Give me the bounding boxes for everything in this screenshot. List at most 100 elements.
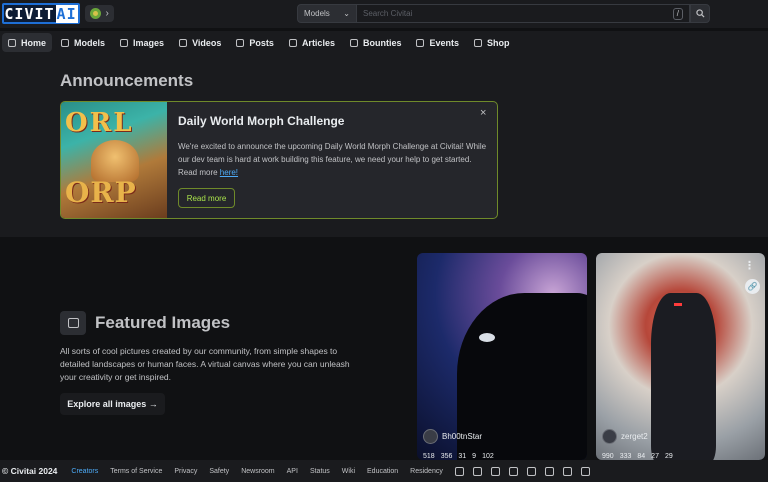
avatar xyxy=(602,429,617,444)
twitch-icon[interactable] xyxy=(580,466,590,476)
x-icon[interactable] xyxy=(472,466,482,476)
avatar xyxy=(423,429,438,444)
footer-link-residency[interactable]: Residency xyxy=(410,468,443,475)
nav-label: Shop xyxy=(487,37,510,48)
nav-videos[interactable]: Videos xyxy=(173,33,227,52)
explore-all-images-button[interactable]: Explore all images → xyxy=(60,393,165,415)
reaction-like[interactable]: 518 xyxy=(423,453,435,460)
nav-label: Images xyxy=(133,37,165,48)
article-icon xyxy=(288,38,297,47)
nav-bounties[interactable]: Bounties xyxy=(344,33,408,52)
video-icon xyxy=(179,38,188,47)
nav-articles[interactable]: Articles xyxy=(283,33,341,52)
link-icon[interactable]: 🔗 xyxy=(745,279,760,294)
footer-link-newsroom[interactable]: Newsroom xyxy=(241,468,274,475)
footer-link-wiki[interactable]: Wiki xyxy=(342,468,355,475)
author-name: Bh00tnStar xyxy=(442,432,483,441)
chevron-down-icon: ⌄ xyxy=(343,9,350,18)
image-reactions: 518 356 31 9 102 xyxy=(423,453,500,460)
top-header: CIVIT AI › Models ⌄ Search Civitai / xyxy=(0,0,768,28)
nav-label: Models xyxy=(74,37,106,48)
reaction-heart[interactable]: 356 xyxy=(441,453,453,460)
main-nav: Home Models Images Videos Posts Articles… xyxy=(0,31,768,54)
nav-label: Posts xyxy=(249,37,274,48)
copyright: © Civitai 2024 xyxy=(2,466,58,476)
youtube-icon[interactable] xyxy=(508,466,518,476)
search-icon xyxy=(695,9,705,18)
nav-label: Bounties xyxy=(362,37,402,48)
photo-icon xyxy=(120,38,129,47)
more-options-icon[interactable]: ⋮ xyxy=(744,259,755,272)
logo-ai: AI xyxy=(55,4,78,23)
footer-link-status[interactable]: Status xyxy=(310,468,330,475)
nav-home[interactable]: Home xyxy=(2,33,53,52)
footer-link-safety[interactable]: Safety xyxy=(209,468,229,475)
featured-image-card[interactable]: Bh00tnStar 518 356 31 9 102 xyxy=(417,253,587,460)
home-icon xyxy=(8,38,16,47)
nav-events[interactable]: Events xyxy=(410,33,465,52)
search-category-select[interactable]: Models ⌄ xyxy=(297,4,357,23)
bug-icon xyxy=(90,8,102,19)
announcement-read-link[interactable]: here! xyxy=(220,168,238,177)
footer-link-api[interactable]: API xyxy=(287,468,298,475)
featured-images-title: Featured Images xyxy=(95,313,231,332)
footer-link-terms[interactable]: Terms of Service xyxy=(110,468,162,475)
image-author[interactable]: zerget2 xyxy=(602,429,648,444)
close-icon[interactable]: × xyxy=(480,107,486,119)
tiktok-icon[interactable] xyxy=(526,466,536,476)
announcement-image: ORL ORP xyxy=(61,102,167,218)
reddit-icon[interactable] xyxy=(544,466,554,476)
announcement-card: ORL ORP Daily World Morph Challenge We'r… xyxy=(60,101,498,219)
discord-icon[interactable] xyxy=(454,466,464,476)
author-name: zerget2 xyxy=(621,432,648,441)
announcements-section: Announcements ORL ORP Daily World Morph … xyxy=(0,54,768,237)
footer-link-privacy[interactable]: Privacy xyxy=(174,468,197,475)
reaction-buzz[interactable]: 29 xyxy=(665,453,673,460)
image-author[interactable]: Bh00tnStar xyxy=(423,429,482,444)
instagram-icon[interactable] xyxy=(490,466,500,476)
read-more-button[interactable]: Read more xyxy=(178,188,235,208)
announcement-image-text-bottom: ORP xyxy=(65,176,137,209)
github-icon[interactable] xyxy=(562,466,572,476)
search-bar: Models ⌄ Search Civitai / xyxy=(297,4,710,23)
beta-badge-button[interactable]: › xyxy=(85,5,114,22)
nav-label: Articles xyxy=(301,37,335,48)
footer-link-education[interactable]: Education xyxy=(367,468,398,475)
samurai-eye xyxy=(674,303,682,306)
footer-link-creators[interactable]: Creators xyxy=(71,468,98,475)
grid-icon xyxy=(61,38,70,47)
search-placeholder: Search Civitai xyxy=(363,9,413,18)
reaction-buzz[interactable]: 102 xyxy=(482,453,494,460)
moneybag-icon xyxy=(349,38,358,47)
search-button[interactable] xyxy=(690,4,710,23)
announcement-body: We're excited to announce the upcoming D… xyxy=(178,140,488,179)
cat-eye xyxy=(479,333,495,342)
nav-label: Videos xyxy=(192,37,222,48)
reaction-heart[interactable]: 333 xyxy=(620,453,632,460)
nav-models[interactable]: Models xyxy=(55,33,111,52)
civitai-logo[interactable]: CIVIT AI xyxy=(2,3,80,24)
reaction-cry[interactable]: 9 xyxy=(472,453,476,460)
reaction-laugh[interactable]: 31 xyxy=(458,453,466,460)
nav-posts[interactable]: Posts xyxy=(230,33,280,52)
shopping-bag-icon xyxy=(474,38,482,47)
featured-images-description: All sorts of cool pictures created by ou… xyxy=(60,346,350,382)
logo-text: CIVIT xyxy=(4,4,55,23)
social-links xyxy=(454,466,599,476)
reaction-laugh[interactable]: 84 xyxy=(637,453,645,460)
nav-images[interactable]: Images xyxy=(114,33,170,52)
reaction-cry[interactable]: 27 xyxy=(651,453,659,460)
photo-icon xyxy=(67,318,79,328)
search-shortcut-key: / xyxy=(672,7,683,20)
posts-icon xyxy=(236,38,245,47)
featured-image-card[interactable]: ⋮ 🔗 zerget2 990 333 84 27 29 xyxy=(596,253,765,460)
chevron-right-icon: › xyxy=(105,8,109,19)
search-category-label: Models xyxy=(304,9,330,18)
nav-label: Home xyxy=(21,37,47,48)
nav-shop[interactable]: Shop xyxy=(468,33,516,52)
image-reactions: 990 333 84 27 29 xyxy=(602,453,679,460)
featured-images-icon xyxy=(60,311,86,335)
search-input[interactable]: Search Civitai / xyxy=(357,4,690,23)
reaction-like[interactable]: 990 xyxy=(602,453,614,460)
announcement-content: Daily World Morph Challenge We're excite… xyxy=(178,114,488,179)
